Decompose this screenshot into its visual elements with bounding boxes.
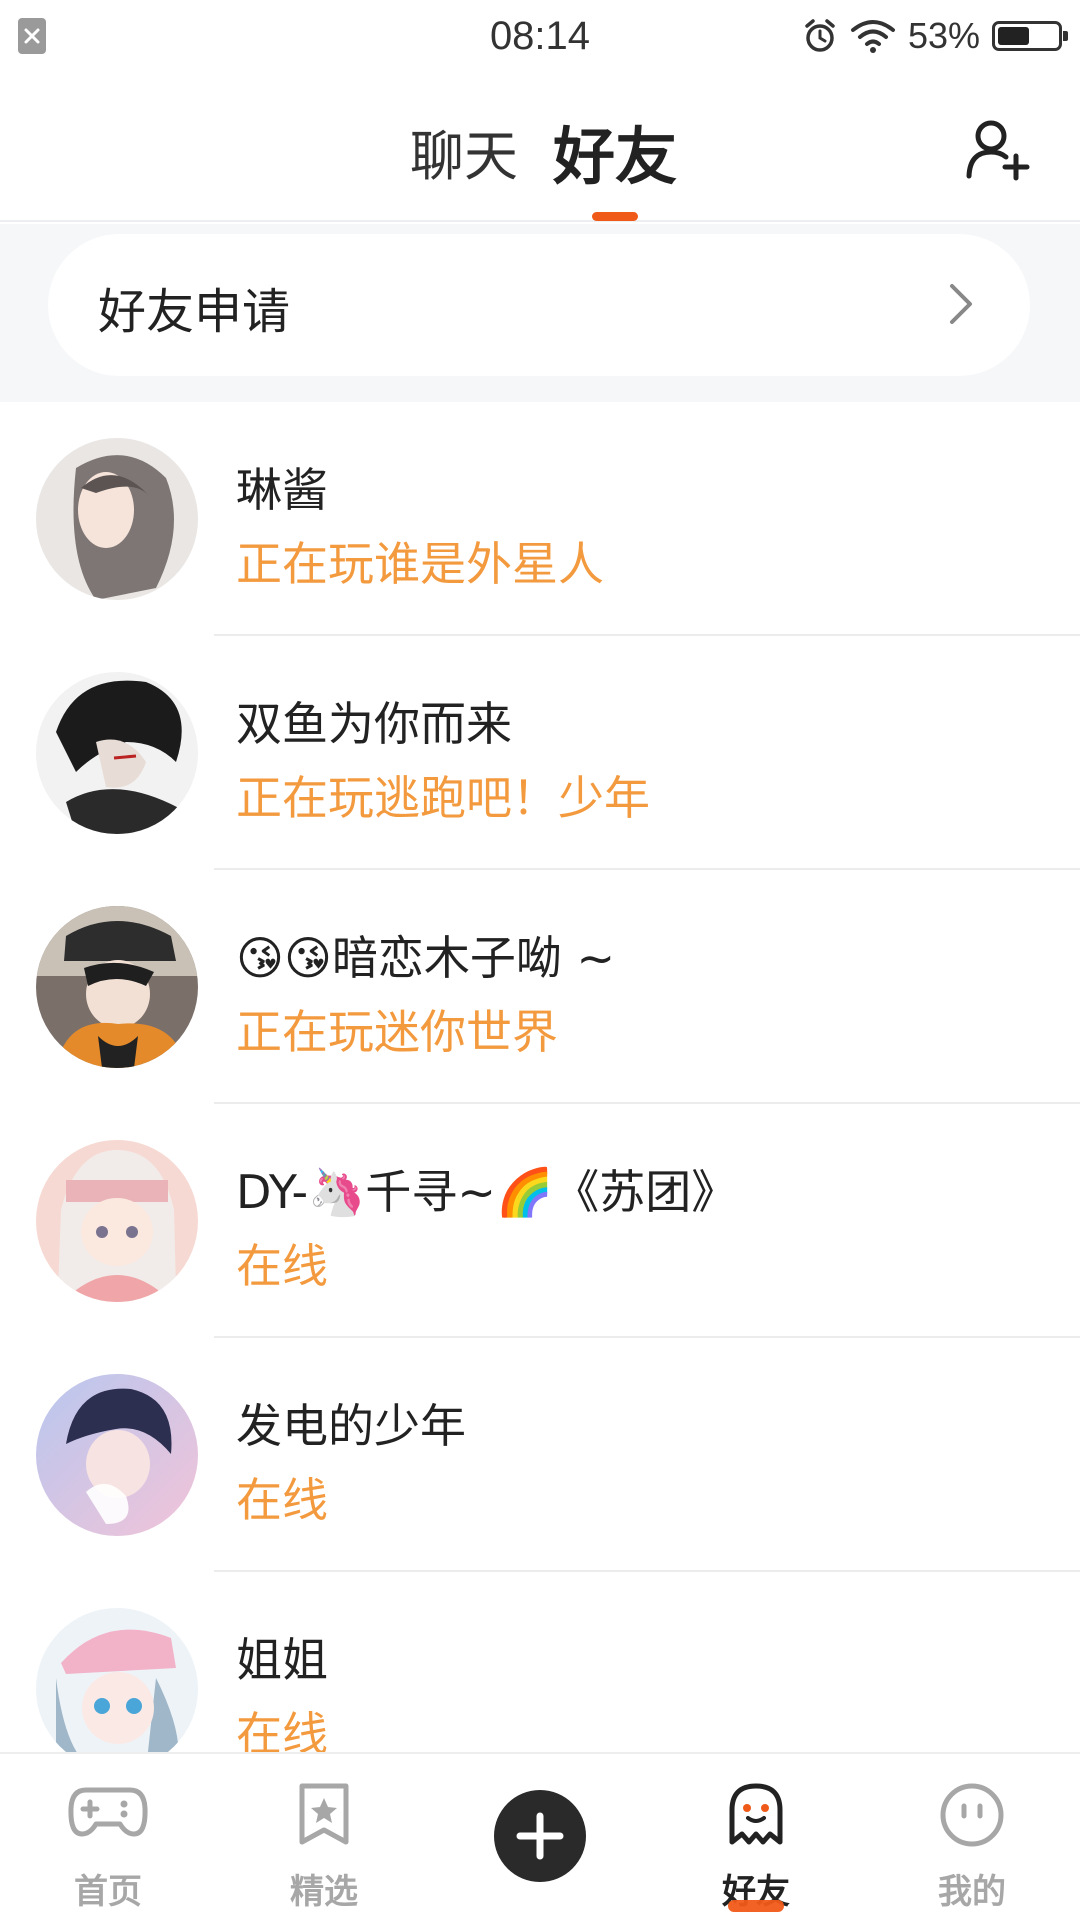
- nav-friends[interactable]: 好友: [648, 1754, 864, 1920]
- status-icons: 53%: [802, 14, 1068, 58]
- friend-name: 双鱼为你而来: [236, 697, 512, 751]
- gamepad-icon: [68, 1787, 148, 1837]
- friend-request-section: 好友申请: [0, 224, 1080, 402]
- chevron-right-icon: [950, 284, 972, 324]
- friend-name: 琳酱: [236, 463, 328, 517]
- tab-active-indicator: [592, 212, 638, 221]
- face-icon: [940, 1783, 1004, 1847]
- wifi-icon: [850, 20, 895, 53]
- friend-name: 发电的少年: [236, 1399, 466, 1453]
- nav-label: 精选: [290, 1872, 358, 1912]
- friend-row[interactable]: 发电的少年 在线: [0, 1338, 1080, 1572]
- friend-status: 正在玩迷你世界: [236, 1005, 558, 1059]
- friend-name: 😘😘暗恋木子呦 ~: [236, 931, 616, 985]
- star-badge-icon: [299, 1783, 349, 1845]
- avatar: [36, 906, 198, 1068]
- alarm-icon: [805, 19, 835, 52]
- friend-status: 正在玩逃跑吧！少年: [236, 771, 650, 825]
- nav-home[interactable]: 首页: [0, 1754, 216, 1920]
- nav-label: 首页: [74, 1872, 142, 1912]
- friend-name: 姐姐: [236, 1633, 328, 1687]
- ghost-icon: [729, 1783, 783, 1845]
- tab-friends[interactable]: 好友: [553, 106, 677, 196]
- add-friend-button[interactable]: [964, 116, 1034, 186]
- friend-list: 琳酱 正在玩谁是外星人 双鱼为你而来 正在玩逃跑吧！少年 😘😘暗恋木子呦 ~ 正…: [0, 402, 1080, 1806]
- friend-request-label: 好友申请: [98, 284, 291, 340]
- friend-status: 正在玩谁是外星人: [236, 537, 604, 591]
- friend-status: 在线: [236, 1239, 328, 1293]
- friend-name: DY-🦄千寻~🌈《苏团》: [236, 1165, 738, 1219]
- status-bar: 08:14 53%: [0, 0, 1080, 76]
- friend-request-button[interactable]: 好友申请: [48, 234, 1030, 376]
- battery-fill: [998, 27, 1029, 45]
- person-add-icon: [966, 120, 1030, 181]
- battery-icon: [992, 21, 1068, 51]
- battery-percent: 53%: [907, 15, 980, 56]
- bottom-nav: 首页 精选 好友 我的: [0, 1752, 1080, 1920]
- friend-row[interactable]: 双鱼为你而来 正在玩逃跑吧！少年: [0, 636, 1080, 870]
- avatar: [36, 1374, 198, 1536]
- avatar: [36, 672, 198, 834]
- nav-active-indicator: [728, 1900, 784, 1912]
- plus-icon: [516, 1812, 564, 1860]
- avatar: [36, 1608, 198, 1770]
- nav-label: 我的: [938, 1872, 1006, 1912]
- friend-status: 在线: [236, 1473, 328, 1527]
- tab-chat[interactable]: 聊天: [410, 112, 518, 191]
- avatar: [36, 1140, 198, 1302]
- friend-row[interactable]: 😘😘暗恋木子呦 ~ 正在玩迷你世界: [0, 870, 1080, 1104]
- nav-featured[interactable]: 精选: [216, 1754, 432, 1920]
- friend-row[interactable]: 琳酱 正在玩谁是外星人: [0, 402, 1080, 636]
- create-button[interactable]: [494, 1790, 586, 1882]
- avatar: [36, 438, 198, 600]
- nav-profile[interactable]: 我的: [864, 1754, 1080, 1920]
- friend-row[interactable]: DY-🦄千寻~🌈《苏团》 在线: [0, 1104, 1080, 1338]
- header: 聊天 好友: [0, 76, 1080, 222]
